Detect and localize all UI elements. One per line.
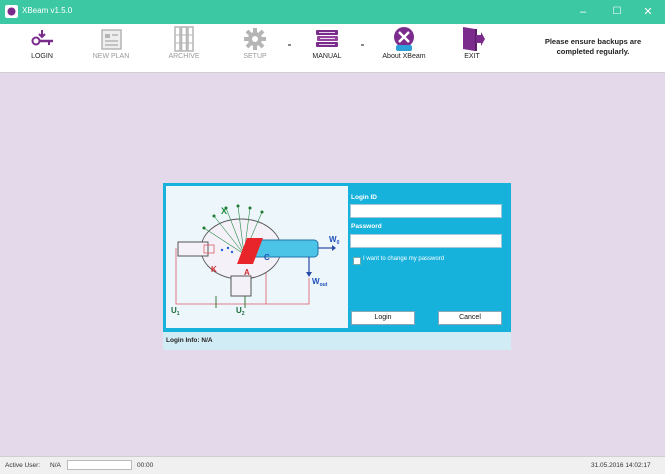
close-button[interactable]: ✕ bbox=[631, 0, 665, 24]
cathode-neck bbox=[177, 241, 209, 257]
manual-button[interactable]: MANUAL bbox=[305, 26, 349, 70]
login-info-bar: Login Info: N/A bbox=[163, 332, 511, 350]
status-bar: Active User: N/A 00:00 31.05.2016 14:02:… bbox=[0, 456, 665, 474]
password-input[interactable] bbox=[350, 234, 502, 248]
setup-label: SETUP bbox=[243, 53, 267, 60]
archive-icon bbox=[174, 26, 194, 52]
backup-notice-line2: completed regularly. bbox=[556, 47, 630, 56]
title-bar: XBeam v1.5.0 – ☐ ✕ bbox=[0, 0, 665, 24]
gear-icon bbox=[244, 28, 266, 50]
login-dialog: X K A C W0 Wout U1 U2 Login ID Password … bbox=[163, 183, 511, 350]
electron-dot bbox=[226, 246, 230, 250]
login-info-text: Login Info: N/A bbox=[166, 337, 213, 344]
about-xbeam-label: About XBeam bbox=[382, 53, 426, 60]
session-timer: 00:00 bbox=[137, 462, 154, 469]
exit-button[interactable]: EXIT bbox=[450, 26, 494, 70]
label-wout: Wout bbox=[312, 277, 328, 288]
archive-button[interactable]: ARCHIVE bbox=[162, 26, 206, 70]
tube-stem bbox=[230, 275, 252, 297]
books-icon bbox=[316, 30, 338, 47]
about-xbeam-button[interactable]: About XBeam bbox=[374, 26, 434, 70]
new-plan-button[interactable]: NEW PLAN bbox=[88, 26, 134, 70]
password-label: Password bbox=[351, 223, 382, 230]
status-progress-box bbox=[67, 460, 132, 470]
arrow-head bbox=[332, 245, 336, 251]
change-password-checkbox[interactable] bbox=[353, 257, 361, 265]
electron-dot bbox=[230, 250, 234, 254]
active-user-value: N/A bbox=[50, 462, 61, 469]
new-plan-icon bbox=[101, 29, 122, 50]
login-label: LOGIN bbox=[31, 53, 53, 60]
backup-notice: Please ensure backups are completed regu… bbox=[537, 37, 649, 57]
label-k: K bbox=[211, 265, 217, 274]
login-submit-button[interactable]: Login bbox=[351, 311, 415, 325]
setup-button[interactable]: SETUP bbox=[233, 26, 277, 70]
toolbar: LOGIN NEW PLAN ARCHIVE SETUP MANUAL Abou… bbox=[0, 24, 665, 73]
label-c: C bbox=[264, 253, 270, 262]
exit-door-icon bbox=[463, 27, 485, 51]
status-datetime: 31.05.2016 14:02:17 bbox=[591, 462, 651, 469]
login-button[interactable]: LOGIN bbox=[20, 26, 64, 70]
toolbar-separator bbox=[288, 44, 291, 46]
label-a: A bbox=[244, 268, 250, 277]
login-id-label: Login ID bbox=[351, 194, 377, 201]
exit-label: EXIT bbox=[464, 53, 480, 60]
login-id-input[interactable] bbox=[350, 204, 502, 218]
maximize-button[interactable]: ☐ bbox=[600, 0, 634, 24]
electron-dot bbox=[220, 248, 224, 252]
label-w0: W0 bbox=[329, 235, 340, 246]
window-title: XBeam v1.5.0 bbox=[22, 6, 73, 15]
label-x: X bbox=[221, 206, 227, 216]
login-icon bbox=[31, 30, 53, 46]
backup-notice-line1: Please ensure backups are bbox=[544, 37, 642, 46]
new-plan-label: NEW PLAN bbox=[92, 53, 130, 60]
cancel-button[interactable]: Cancel bbox=[438, 311, 502, 325]
app-icon bbox=[5, 5, 18, 18]
active-user-label: Active User: bbox=[5, 462, 41, 469]
manual-label: MANUAL bbox=[312, 53, 342, 60]
change-password-label[interactable]: I want to change my password bbox=[363, 256, 444, 262]
label-u1: U1 bbox=[171, 306, 180, 317]
label-u2: U2 bbox=[236, 306, 245, 317]
xray-tube-diagram: X K A C W0 Wout U1 U2 bbox=[166, 186, 348, 328]
xbeam-logo-icon bbox=[394, 27, 414, 51]
toolbar-separator bbox=[361, 44, 364, 46]
archive-label: ARCHIVE bbox=[168, 53, 200, 60]
minimize-button[interactable]: – bbox=[566, 0, 600, 24]
